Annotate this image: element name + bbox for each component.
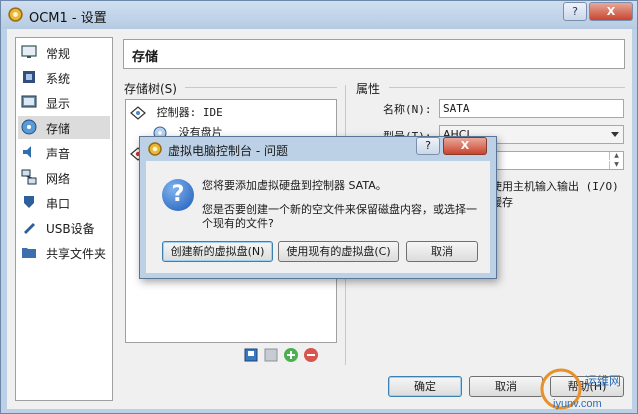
sidebar-item-storage[interactable]: 存储: [18, 116, 110, 139]
remove-attachment-icon[interactable]: [303, 347, 319, 363]
cancel-button[interactable]: 取消: [469, 376, 543, 397]
sidebar-item-general[interactable]: 常规: [18, 41, 110, 64]
ok-button[interactable]: 确定: [388, 376, 462, 397]
storage-tree-label: 存储树(S): [124, 82, 177, 96]
dialog-message-secondary: 您是否要创建一个新的空文件来保留磁盘内容，或选择一个现有的文件?: [202, 203, 477, 230]
title-help-button[interactable]: ?: [563, 2, 587, 21]
spin-down-icon[interactable]: ▼: [609, 161, 623, 169]
settings-sidebar: 常规 系统 显示 存储 声音 网络 串口 USB设备 共享文件夹: [15, 37, 113, 401]
sidebar-item-label: 网络: [46, 172, 71, 186]
sidebar-item-usb[interactable]: USB设备: [18, 216, 110, 239]
sidebar-item-label: 声音: [46, 147, 71, 161]
sidebar-item-audio[interactable]: 声音: [18, 141, 110, 164]
gear-icon: [148, 142, 162, 156]
remove-controller-icon[interactable]: [263, 347, 279, 363]
folder-icon: [22, 248, 36, 258]
tree-item-ide-controller[interactable]: 控制器: IDE: [130, 104, 223, 120]
speaker-icon: [23, 146, 31, 158]
title-bar: OCM1 - 设置 ? X: [1, 1, 637, 29]
site-watermark-logo: 运维网 iyunv.com: [540, 368, 621, 410]
divider: [389, 87, 625, 88]
title-close-button[interactable]: X: [589, 2, 633, 21]
dialog-help-button[interactable]: ?: [416, 137, 440, 155]
add-controller-icon[interactable]: [243, 347, 259, 363]
sidebar-item-label: 共享文件夹: [46, 247, 107, 261]
sidebar-item-label: 串口: [46, 197, 71, 211]
sidebar-item-label: 显示: [46, 97, 71, 111]
sidebar-item-label: 存储: [46, 122, 71, 136]
host-io-cache-label: 使用主机输入输出 (I/O) 缓存: [491, 180, 619, 209]
create-new-disk-button[interactable]: 创建新的虚拟盘(N): [162, 241, 273, 262]
usb-icon: [24, 223, 35, 234]
ide-controller-icon: [130, 106, 146, 120]
name-field[interactable]: SATA: [439, 99, 624, 118]
sidebar-item-system[interactable]: 系统: [18, 66, 110, 89]
sidebar-item-shared-folders[interactable]: 共享文件夹: [18, 241, 110, 264]
sidebar-item-label: 常规: [46, 47, 71, 61]
window-title: OCM1 - 设置: [29, 11, 107, 26]
display-icon: [21, 95, 37, 108]
add-attachment-icon[interactable]: [283, 347, 299, 363]
gear-icon: [8, 7, 23, 22]
network-icon: [21, 169, 37, 185]
settings-window: OCM1 - 设置 ? X 常规 系统 显示 存储 声音 网络 串口 USB设备…: [0, 0, 638, 414]
page-title-box: 存储: [123, 39, 625, 69]
sidebar-item-label: USB设备: [46, 222, 95, 236]
dialog-close-button[interactable]: X: [443, 137, 487, 155]
name-label: 名称(N):: [383, 103, 432, 116]
spin-up-icon[interactable]: ▲: [609, 152, 623, 160]
watermark-title: 运维网: [585, 374, 621, 388]
use-existing-disk-button[interactable]: 使用现有的虚拟盘(C): [278, 241, 399, 262]
question-dialog: 虚拟电脑控制台 - 问题 ? X ? 您将要添加虚拟硬盘到控制器 SATA。 您…: [139, 136, 497, 279]
divider: [185, 87, 337, 88]
sidebar-item-serial[interactable]: 串口: [18, 191, 110, 214]
dialog-message-primary: 您将要添加虚拟硬盘到控制器 SATA。: [202, 179, 387, 192]
question-icon: ?: [162, 179, 194, 211]
chip-icon: [23, 71, 35, 83]
dialog-title: 虚拟电脑控制台 - 问题: [168, 144, 288, 158]
watermark-url: iyunv.com: [553, 398, 602, 410]
monitor-icon: [21, 45, 37, 58]
sidebar-item-display[interactable]: 显示: [18, 91, 110, 114]
disk-icon: [21, 119, 37, 135]
dialog-body: ? 您将要添加虚拟硬盘到控制器 SATA。 您是否要创建一个新的空文件来保留磁盘…: [146, 161, 490, 273]
sidebar-item-label: 系统: [46, 72, 71, 86]
serial-port-icon: [24, 196, 34, 208]
chevron-down-icon: [611, 132, 619, 137]
sidebar-item-network[interactable]: 网络: [18, 166, 110, 189]
tree-item-label: 控制器: IDE: [156, 106, 223, 119]
page-title: 存储: [132, 50, 159, 65]
attributes-label: 属性: [356, 82, 381, 96]
dialog-cancel-button[interactable]: 取消: [406, 241, 478, 262]
